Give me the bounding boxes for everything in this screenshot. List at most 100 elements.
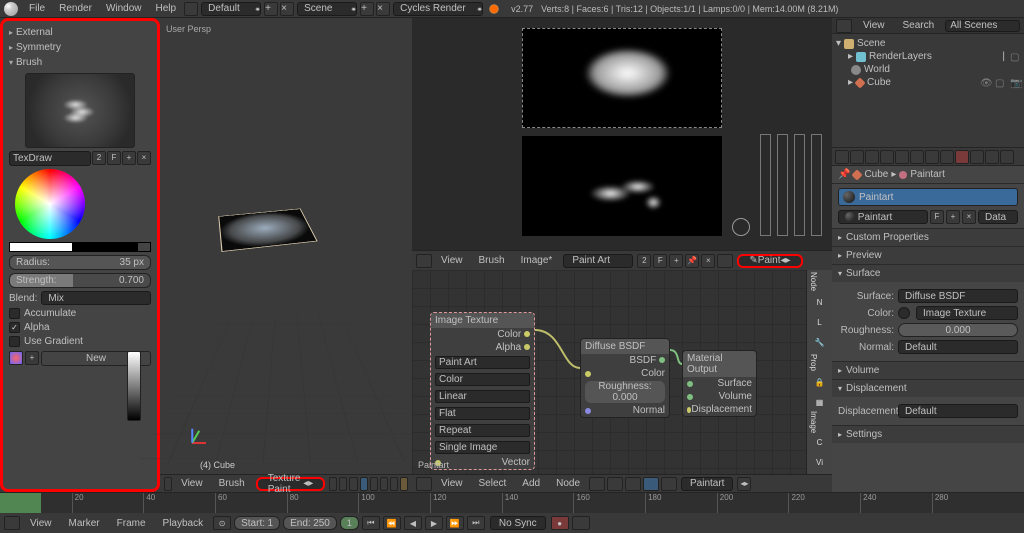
color-palette-icon[interactable] xyxy=(9,351,23,365)
shader-type-btn-1[interactable] xyxy=(589,477,605,491)
current-frame[interactable]: 1 xyxy=(340,516,359,530)
node-diffuse-bsdf[interactable]: Diffuse BSDF BSDF Color Roughness: 0.000… xyxy=(580,338,670,418)
keyframe-prev-button[interactable]: ⏪ xyxy=(383,516,401,530)
remove-layout-button[interactable]: × xyxy=(280,2,294,16)
panel-external[interactable]: External xyxy=(9,25,151,40)
np-tool[interactable]: 🔧 xyxy=(809,334,830,350)
np-lock[interactable]: 🔒 xyxy=(809,374,830,390)
tab-object[interactable] xyxy=(895,150,909,164)
color-value-slider[interactable] xyxy=(127,351,141,421)
brush-name-field[interactable]: TexDraw xyxy=(9,151,91,166)
accumulate-checkbox[interactable] xyxy=(9,308,20,319)
view3d-menu-view[interactable]: View xyxy=(174,478,210,489)
outliner-type-icon[interactable] xyxy=(836,19,852,33)
radius-slider[interactable]: Radius:35 px xyxy=(9,255,151,270)
menu-file[interactable]: File xyxy=(22,3,52,14)
jump-end-button[interactable]: ⏭ xyxy=(467,516,485,530)
outliner-scene[interactable]: ▾Scene xyxy=(836,37,1020,50)
tab-particles[interactable] xyxy=(985,150,999,164)
editor-type-icon[interactable] xyxy=(164,477,172,491)
back-icon[interactable] xyxy=(184,2,198,16)
node-menu-select[interactable]: Select xyxy=(472,478,514,489)
np-c[interactable]: C xyxy=(809,434,830,450)
tl-menu-playback[interactable]: Playback xyxy=(156,518,211,529)
node-material-dropdown[interactable]: Paintart xyxy=(681,477,733,491)
brush-fake-user[interactable]: F xyxy=(107,151,121,165)
displacement-dropdown[interactable]: Default xyxy=(898,404,1018,418)
keying-set-dropdown[interactable] xyxy=(572,516,590,530)
np-node[interactable]: Node xyxy=(809,274,818,290)
panel-preview[interactable]: Preview xyxy=(832,247,1024,264)
uv-channel-btn[interactable] xyxy=(717,254,733,268)
outliner-menu-view[interactable]: View xyxy=(856,20,892,31)
node-material-output[interactable]: Material Output Surface Volume Displacem… xyxy=(682,350,757,417)
tab-scene[interactable] xyxy=(865,150,879,164)
node-editor-type-icon[interactable] xyxy=(416,477,432,491)
menu-window[interactable]: Window xyxy=(99,3,149,14)
add-scene-button[interactable]: + xyxy=(360,2,374,16)
bsdf-normal-socket[interactable]: Normal xyxy=(633,405,665,416)
node-vector-socket[interactable]: Vector xyxy=(502,457,530,468)
node-image-dropdown[interactable]: Paint Art xyxy=(435,356,530,369)
tab-texture[interactable] xyxy=(970,150,984,164)
render-btn[interactable] xyxy=(400,477,408,491)
timeline-cursor[interactable] xyxy=(0,493,41,513)
tab-layers[interactable] xyxy=(850,150,864,164)
panel-custom-props[interactable]: Custom Properties xyxy=(832,229,1024,246)
strength-slider[interactable]: Strength:0.700 xyxy=(9,273,151,288)
np-vi[interactable]: Vi xyxy=(809,454,830,470)
uv-image-dropdown[interactable]: Paint Art xyxy=(563,254,633,268)
viewport-3d[interactable]: User Persp (4) Cube View Brush Texture P… xyxy=(160,18,412,492)
uv-menu-brush[interactable]: Brush xyxy=(472,255,512,266)
render-engine-dropdown[interactable]: Cycles Render xyxy=(393,2,483,16)
roughness-slider[interactable]: 0.000 xyxy=(898,323,1018,337)
swap-colors-icon[interactable] xyxy=(137,242,151,252)
end-frame[interactable]: End: 250 xyxy=(283,516,337,530)
brush-preview[interactable] xyxy=(25,73,135,148)
tab-material[interactable] xyxy=(955,150,969,164)
brush-add-button[interactable]: + xyxy=(122,151,136,165)
panel-surface[interactable]: Surface xyxy=(832,265,1024,282)
snap-btn[interactable] xyxy=(390,477,398,491)
uv-image-users[interactable]: 2 xyxy=(637,254,651,268)
color-socket-icon[interactable] xyxy=(898,307,910,319)
tab-physics[interactable] xyxy=(1000,150,1014,164)
shading-btn-1[interactable] xyxy=(329,477,337,491)
uv-canvas-top[interactable] xyxy=(522,28,722,128)
panel-brush[interactable]: Brush xyxy=(9,55,151,70)
uv-canvas-bottom[interactable] xyxy=(522,136,722,236)
node-extension[interactable]: Repeat xyxy=(435,424,530,437)
np-image[interactable]: Image xyxy=(809,414,818,430)
shader-type-btn-2[interactable] xyxy=(607,477,623,491)
timeline-type-icon[interactable] xyxy=(4,516,20,530)
brush-users[interactable]: 2 xyxy=(92,151,106,165)
pivot-btn[interactable] xyxy=(349,477,357,491)
pin-icon[interactable]: 📌 xyxy=(838,169,850,180)
outliner-menu-search[interactable]: Search xyxy=(896,20,942,31)
node-mat-nav[interactable]: ◂▸ xyxy=(737,477,751,491)
uv-remove[interactable]: × xyxy=(701,254,715,268)
outliner-cube[interactable]: ▸Cube👁▢📷 xyxy=(836,76,1020,89)
manipulator-btn[interactable] xyxy=(360,477,368,491)
mode-dropdown[interactable]: Texture Paint ◂▸ xyxy=(256,477,326,491)
menu-help[interactable]: Help xyxy=(149,3,184,14)
tab-render[interactable] xyxy=(835,150,849,164)
view3d-menu-brush[interactable]: Brush xyxy=(212,478,252,489)
gradient-checkbox[interactable] xyxy=(9,336,20,347)
timeline-ruler[interactable]: 20406080100120140160180200220240280 xyxy=(0,493,1024,513)
material-slot[interactable]: Paintart xyxy=(838,188,1018,206)
sync-dropdown[interactable]: No Sync xyxy=(490,516,546,530)
use-nodes-btn[interactable] xyxy=(643,477,659,491)
color-swap[interactable] xyxy=(9,242,151,252)
np-l[interactable]: L xyxy=(809,314,830,330)
normal-dropdown[interactable]: Default xyxy=(898,340,1018,354)
blend-mode-dropdown[interactable]: Mix xyxy=(41,291,151,305)
tab-modifiers[interactable] xyxy=(925,150,939,164)
plane-object[interactable] xyxy=(218,209,317,252)
uv-menu-view[interactable]: View xyxy=(434,255,470,266)
remove-scene-button[interactable]: × xyxy=(376,2,390,16)
keyframe-next-button[interactable]: ⏩ xyxy=(446,516,464,530)
scene-dropdown[interactable]: Scene xyxy=(297,2,357,16)
node-image-texture[interactable]: Image Texture Color Alpha Paint Art Colo… xyxy=(430,312,535,470)
mat-link-dropdown[interactable]: Data xyxy=(978,210,1018,224)
